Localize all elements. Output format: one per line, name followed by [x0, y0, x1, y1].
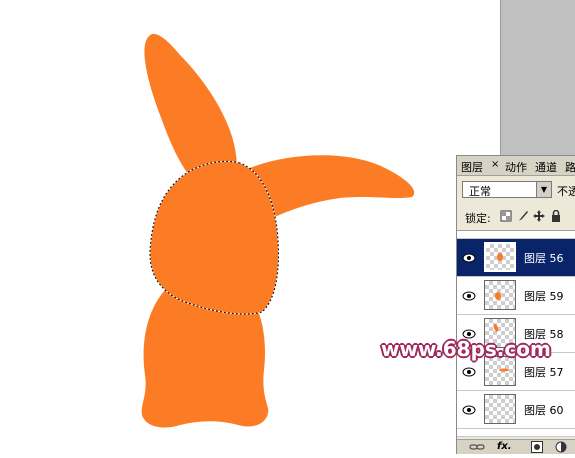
panel-tab-bar: 图层 × 动作 通道 路 — [457, 156, 575, 176]
layer-name: 图层 56 — [524, 252, 564, 265]
tab-paths[interactable]: 路 — [565, 159, 575, 175]
rabbit-head — [149, 161, 279, 315]
close-icon[interactable]: × — [491, 159, 499, 170]
layer-thumbnail — [484, 242, 516, 272]
layer-name: 图层 60 — [524, 404, 564, 417]
mask-icon[interactable] — [531, 441, 543, 453]
layer-name: 图层 57 — [524, 366, 564, 379]
fx-icon[interactable]: fx. — [497, 441, 512, 453]
rabbit-artwork — [141, 33, 415, 428]
tab-actions[interactable]: 动作 — [505, 159, 527, 175]
lock-row: 锁定: — [457, 206, 575, 228]
lock-all-icon[interactable] — [550, 210, 562, 222]
blend-mode-value: 正常 — [469, 185, 491, 198]
layer-list: 图层 56 图层 59 图层 58 图层 57 图层 60 — [457, 230, 575, 437]
tab-channels[interactable]: 通道 — [535, 159, 557, 175]
layer-name: 图层 59 — [524, 290, 564, 303]
layer-thumbnail — [484, 394, 516, 424]
rabbit-right-ear — [249, 155, 415, 220]
layer-row-partial — [457, 429, 575, 437]
blend-row: 正常 ▼ 不透 — [457, 179, 575, 201]
layer-row[interactable]: 图层 59 — [457, 277, 575, 315]
eye-icon[interactable] — [461, 289, 477, 303]
layer-row[interactable]: 图层 56 — [457, 239, 575, 277]
layers-bottom-toolbar: fx. — [457, 439, 575, 454]
lock-label: 锁定: — [465, 212, 491, 225]
layer-row[interactable]: 图层 60 — [457, 391, 575, 429]
lock-transparency-icon[interactable] — [500, 210, 512, 222]
opacity-label: 不透 — [557, 185, 575, 198]
layers-panel: 图层 × 动作 通道 路 正常 ▼ 不透 锁定: — [456, 155, 575, 454]
watermark-text: www.68ps.com — [381, 337, 551, 361]
eye-icon[interactable] — [461, 365, 477, 379]
tab-layers[interactable]: 图层 — [461, 159, 483, 175]
eye-icon[interactable] — [461, 251, 477, 265]
layer-row-partial — [457, 231, 575, 239]
link-icon[interactable] — [469, 441, 485, 453]
layer-thumbnail — [484, 280, 516, 310]
lock-paint-brush-icon[interactable] — [517, 210, 529, 222]
lock-move-icon[interactable] — [533, 210, 545, 222]
document-canvas[interactable] — [0, 0, 500, 454]
blend-mode-select[interactable]: 正常 ▼ — [462, 181, 552, 198]
eye-icon[interactable] — [461, 403, 477, 417]
adjustment-icon[interactable] — [555, 441, 567, 453]
chevron-down-icon[interactable]: ▼ — [536, 182, 551, 197]
